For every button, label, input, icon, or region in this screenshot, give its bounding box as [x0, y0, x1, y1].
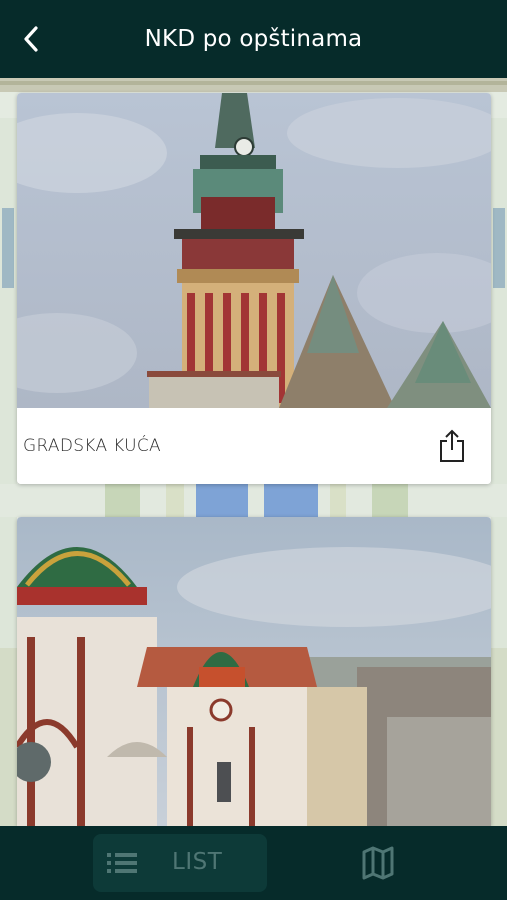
heritage-card[interactable]: GRADSKA KUĆA [17, 93, 491, 484]
list-icon [107, 853, 137, 873]
tab-list[interactable]: LIST [93, 834, 267, 892]
page-title: NKD po opštinama [144, 26, 363, 52]
back-button[interactable] [14, 22, 48, 56]
bottom-tab-bar: LIST [0, 826, 507, 900]
map-icon[interactable] [360, 846, 396, 880]
tab-list-label: LIST [172, 849, 223, 875]
heritage-card[interactable] [17, 517, 491, 826]
card-title: GRADSKA KUĆA [23, 436, 161, 456]
share-icon[interactable] [437, 428, 467, 464]
synagogue-photo [17, 517, 491, 826]
town-hall-photo [17, 93, 491, 408]
chevron-left-icon [24, 26, 38, 52]
app-header: NKD po opštinama [0, 0, 507, 78]
card-footer: GRADSKA KUĆA [17, 408, 491, 484]
